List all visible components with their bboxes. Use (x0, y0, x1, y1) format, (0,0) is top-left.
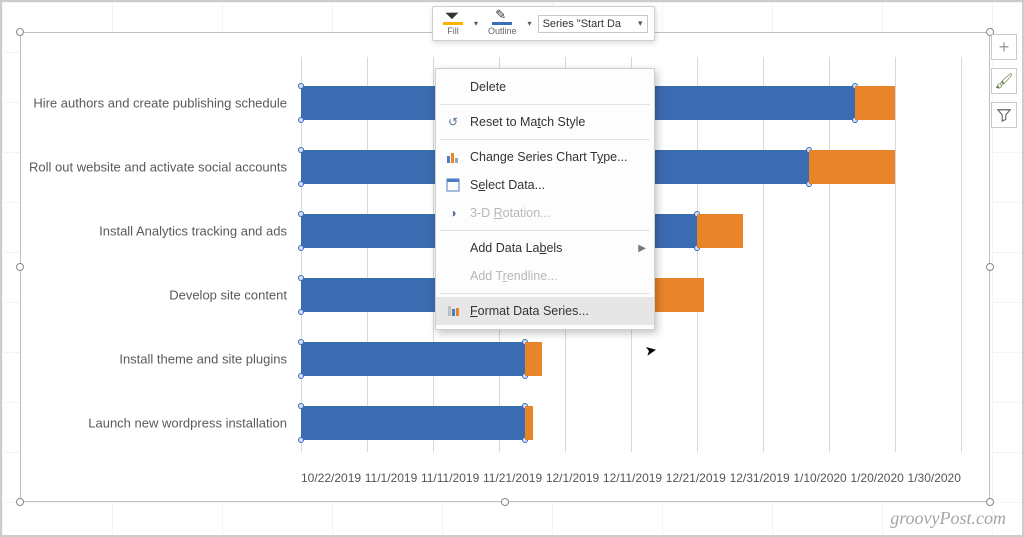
outline-dropdown-caret[interactable]: ▾ (528, 19, 532, 28)
bar-segment-duration[interactable] (525, 406, 533, 440)
x-tick: 12/21/2019 (666, 471, 726, 485)
ctx-label: Format Data Series... (470, 304, 589, 318)
reset-icon: ↺ (444, 114, 462, 130)
ctx-reset[interactable]: ↺ Reset to Match Style (436, 108, 654, 136)
ctx-label: Change Series Chart Type... (470, 150, 628, 164)
context-menu: Delete ↺ Reset to Match Style Change Ser… (435, 68, 655, 330)
resize-handle[interactable] (501, 498, 509, 506)
ctx-delete[interactable]: Delete (436, 73, 654, 101)
category-label: Roll out website and activate social acc… (27, 160, 287, 175)
x-tick: 12/1/2019 (546, 471, 599, 485)
series-selector-text: Series "Start Da (543, 18, 622, 30)
separator (440, 139, 650, 140)
ctx-label: Add Data Labels (470, 241, 562, 255)
ctx-label: Delete (470, 80, 506, 94)
x-tick: 1/30/2020 (908, 471, 961, 485)
watermark: groovyPost.com (890, 508, 1006, 529)
format-series-icon (444, 303, 462, 319)
ctx-add-trendline: Add Trendline... (436, 262, 654, 290)
ctx-label: Select Data... (470, 178, 545, 192)
x-tick: 10/22/2019 (301, 471, 361, 485)
category-label: Install theme and site plugins (27, 352, 287, 367)
resize-handle[interactable] (16, 28, 24, 36)
paint-bucket-icon (443, 11, 463, 25)
category-label: Launch new wordpress installation (27, 416, 287, 431)
select-data-icon (444, 177, 462, 193)
blank-icon (444, 240, 462, 256)
bar-segment-start[interactable] (301, 406, 525, 440)
x-tick: 12/31/2019 (730, 471, 790, 485)
rotation-icon: ◑ (444, 205, 462, 221)
outline-button[interactable]: Outline (484, 10, 521, 37)
ctx-label: Reset to Match Style (470, 115, 585, 129)
bar-segment-duration[interactable] (809, 150, 895, 184)
separator (440, 293, 650, 294)
x-tick: 11/1/2019 (365, 471, 418, 485)
x-tick: 1/20/2020 (850, 471, 903, 485)
chart-filters-button[interactable] (991, 102, 1017, 128)
category-label: Install Analytics tracking and ads (27, 224, 287, 239)
resize-handle[interactable] (16, 263, 24, 271)
x-tick: 1/10/2020 (793, 471, 846, 485)
gridline (961, 57, 962, 452)
mouse-cursor-icon: ➤ (644, 341, 659, 360)
bar-row: Install theme and site plugins (301, 327, 961, 391)
category-label: Develop site content (27, 288, 287, 303)
chart-styles-button[interactable]: 🖌 (991, 68, 1017, 94)
resize-handle[interactable] (16, 498, 24, 506)
chart-type-icon (444, 149, 462, 165)
x-axis[interactable]: 10/22/2019 11/1/2019 11/11/2019 11/21/20… (301, 465, 961, 485)
mini-toolbar: Fill ▾ Outline ▾ Series "Start Da (432, 6, 655, 41)
x-tick: 11/21/2019 (483, 471, 542, 485)
x-tick: 12/11/2019 (603, 471, 662, 485)
blank-icon (444, 79, 462, 95)
ctx-change-chart-type[interactable]: Change Series Chart Type... (436, 143, 654, 171)
separator (440, 230, 650, 231)
bar-segment-duration[interactable] (525, 342, 542, 376)
ctx-label: 3-D Rotation... (470, 206, 551, 220)
outline-label: Outline (488, 26, 517, 36)
submenu-arrow-icon: ▶ (638, 243, 646, 254)
ctx-label: Add Trendline... (470, 269, 558, 283)
ctx-format-data-series[interactable]: Format Data Series... (436, 297, 654, 325)
ctx-3d-rotation: ◑ 3-D Rotation... (436, 199, 654, 227)
bar-row: Launch new wordpress installation (301, 391, 961, 455)
bar-segment-duration[interactable] (855, 86, 895, 120)
filter-icon (997, 108, 1011, 122)
category-label: Hire authors and create publishing sched… (27, 96, 287, 111)
blank-icon (444, 268, 462, 284)
chart-quick-tools: + 🖌 (991, 34, 1017, 128)
separator (440, 104, 650, 105)
bar-segment-duration[interactable] (697, 214, 743, 248)
brush-icon: 🖌 (994, 72, 1013, 90)
fill-dropdown-caret[interactable]: ▾ (474, 19, 478, 28)
series-selector[interactable]: Series "Start Da (538, 15, 648, 33)
ctx-add-data-labels[interactable]: Add Data Labels ▶ (436, 234, 654, 262)
bar-segment-start[interactable] (301, 342, 525, 376)
chart-elements-button[interactable]: + (991, 34, 1017, 60)
resize-handle[interactable] (986, 263, 994, 271)
fill-button[interactable]: Fill (439, 10, 467, 37)
pen-icon (492, 11, 512, 25)
ctx-select-data[interactable]: Select Data... (436, 171, 654, 199)
fill-label: Fill (447, 26, 459, 36)
resize-handle[interactable] (986, 498, 994, 506)
x-tick: 11/11/2019 (421, 471, 479, 485)
